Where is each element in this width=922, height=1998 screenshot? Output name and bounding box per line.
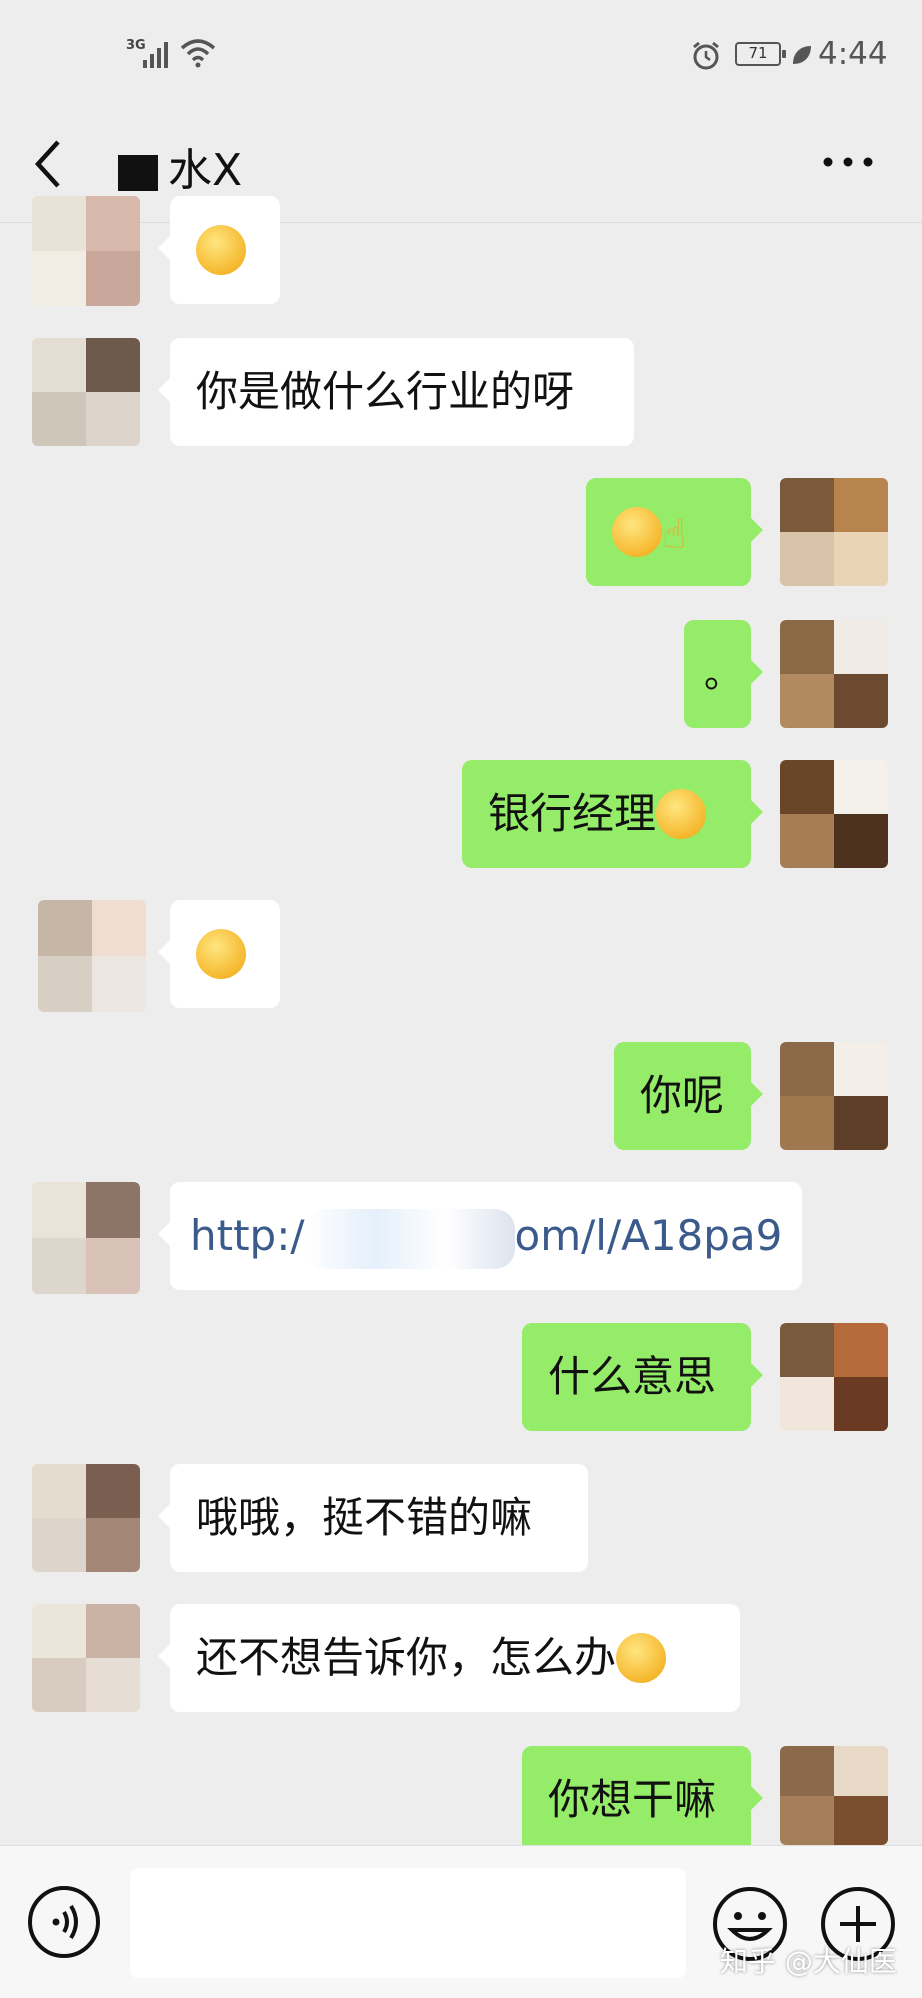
- message-input[interactable]: [130, 1868, 686, 1978]
- chat-title: 水X: [118, 134, 242, 198]
- message-bubble[interactable]: 哦哦，挺不错的嘛: [158, 1464, 588, 1572]
- avatar[interactable]: [32, 1604, 140, 1712]
- clock-time: 4:44: [818, 36, 888, 72]
- message-text: 你想干嘛: [548, 1775, 717, 1824]
- message-bubble[interactable]: [158, 900, 280, 1008]
- pleading-emoji-icon: [612, 506, 662, 557]
- power-saving-leaf-icon: [793, 46, 811, 64]
- status-bar: 3G 71 4:44: [0, 0, 922, 110]
- message-text: 银行经理: [488, 789, 657, 838]
- link-message-bubble[interactable]: http:/ om/l/A18pa9: [158, 1182, 802, 1290]
- message-bubble[interactable]: 你是做什么行业的呀: [158, 338, 634, 446]
- message-text: 你是做什么行业的呀: [196, 367, 575, 416]
- avatar[interactable]: [38, 900, 146, 1012]
- battery-level: 71: [748, 44, 768, 62]
- message-text: 你呢: [640, 1071, 725, 1120]
- message-bubble[interactable]: 你想干嘛: [522, 1746, 763, 1854]
- avatar[interactable]: [780, 1323, 888, 1431]
- avatar[interactable]: [780, 1042, 888, 1150]
- message-bubble[interactable]: [158, 196, 280, 304]
- thumbs-up-emoji-icon: ☝: [662, 511, 687, 558]
- smile-emoji-icon: [196, 928, 246, 979]
- sweat-smile-emoji-icon: [196, 224, 246, 275]
- voice-input-icon[interactable]: [26, 1884, 102, 1960]
- avatar[interactable]: [32, 1464, 140, 1572]
- back-arrow-icon[interactable]: [30, 134, 70, 194]
- avatar[interactable]: [780, 760, 888, 868]
- avatar[interactable]: [780, 1746, 888, 1845]
- link-text-prefix: http:/: [190, 1211, 305, 1260]
- avatar[interactable]: [32, 338, 140, 446]
- redaction-mask: [118, 155, 158, 191]
- message-text: 哦哦，挺不错的嘛: [196, 1493, 533, 1542]
- link-text: om/l/A18pa9: [514, 1211, 783, 1260]
- thinking-emoji-icon: [616, 1632, 667, 1683]
- avatar[interactable]: [780, 620, 888, 728]
- message-bubble[interactable]: 你呢: [614, 1042, 763, 1150]
- message-bubble[interactable]: 。: [684, 620, 763, 728]
- message-text: 什么意思: [548, 1352, 717, 1401]
- message-bubble[interactable]: 银行经理: [462, 760, 763, 868]
- message-bubble[interactable]: ☝: [586, 478, 763, 586]
- wifi-icon: [180, 39, 216, 68]
- message-text: 还不想告诉你，怎么办: [196, 1633, 617, 1682]
- message-bubble[interactable]: 什么意思: [522, 1323, 763, 1431]
- more-options-icon[interactable]: [820, 154, 876, 170]
- watermark: 知乎 @大仙医: [720, 1945, 897, 1978]
- avatar[interactable]: [780, 478, 888, 586]
- avatar[interactable]: [32, 1182, 140, 1294]
- chat-title-text: 水X: [168, 145, 243, 196]
- message-text: 。: [704, 652, 743, 696]
- alarm-icon: [693, 41, 719, 70]
- redaction-blur: [304, 1208, 515, 1269]
- avatar[interactable]: [32, 196, 140, 306]
- message-bubble[interactable]: 还不想告诉你，怎么办: [158, 1604, 740, 1712]
- signal-icon: [143, 42, 168, 68]
- pleading-emoji-icon: [656, 788, 707, 839]
- battery-icon: 71: [735, 42, 786, 66]
